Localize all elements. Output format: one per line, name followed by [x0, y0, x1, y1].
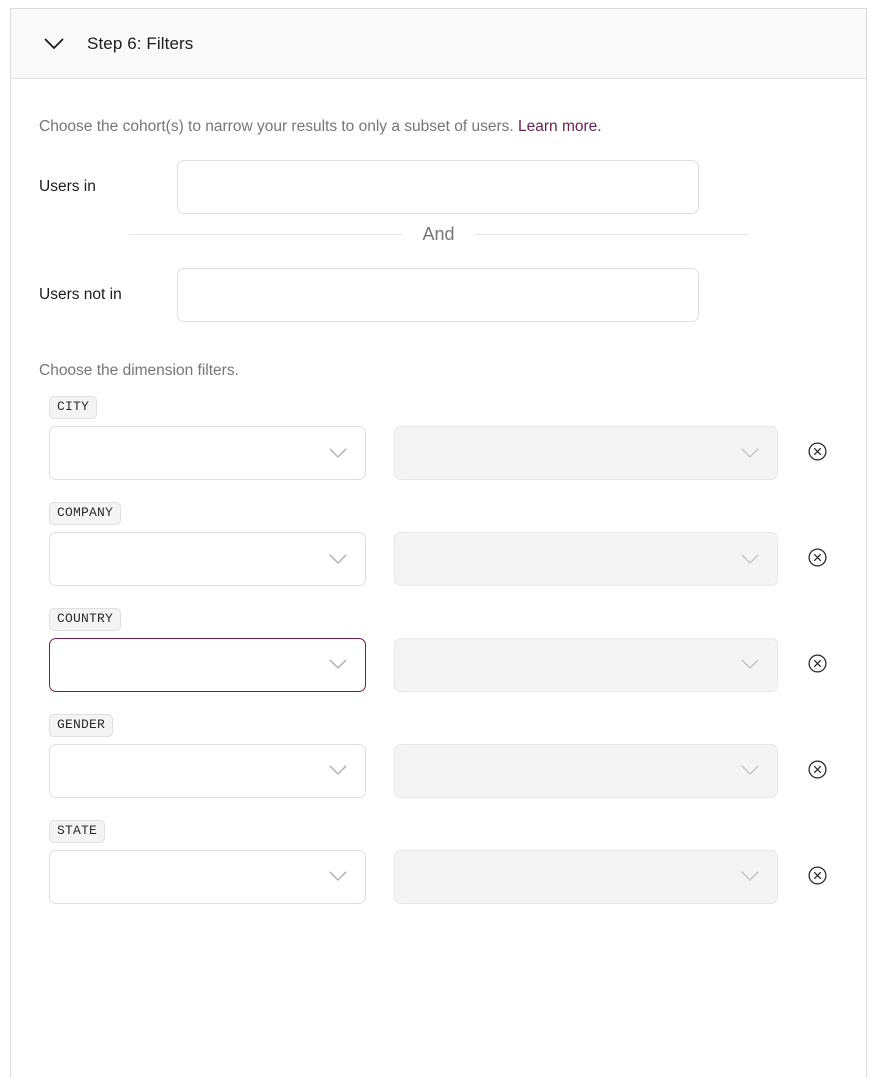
- cohort-description: Choose the cohort(s) to narrow your resu…: [39, 117, 838, 137]
- dimension-badge: GENDER: [49, 713, 114, 737]
- dimension-badge: COUNTRY: [49, 608, 122, 631]
- circle-x-icon: [807, 760, 827, 782]
- divider-line-left: [129, 234, 403, 236]
- dimension-filter-controls: [49, 849, 838, 904]
- dimension-filter-controls: [49, 532, 838, 587]
- dimension-badge: STATE: [49, 819, 106, 843]
- remove-filter-button[interactable]: [806, 654, 828, 676]
- chevron-down-icon: [739, 866, 761, 888]
- users-in-row: Users in: [39, 160, 838, 215]
- dimension-value-select[interactable]: [394, 532, 778, 587]
- and-divider: And: [39, 224, 838, 245]
- users-in-input[interactable]: [177, 160, 699, 215]
- chevron-down-icon: [739, 442, 761, 464]
- dimension-filter-row: CITY: [49, 396, 838, 481]
- page-root: Step 6: Filters Choose the cohort(s) to …: [0, 0, 880, 1078]
- chevron-down-icon: [327, 760, 349, 782]
- dimension-operator-select[interactable]: [49, 849, 366, 904]
- step-6-filters-header[interactable]: Step 6: Filters: [11, 9, 866, 79]
- dimension-operator-select[interactable]: [49, 426, 366, 481]
- conjunction-label: And: [422, 224, 455, 245]
- circle-x-icon: [807, 866, 827, 888]
- remove-filter-button[interactable]: [806, 760, 828, 782]
- users-not-in-row: Users not in: [39, 268, 838, 323]
- chevron-down-icon: [739, 654, 761, 676]
- dimension-value-select[interactable]: [394, 637, 778, 692]
- dimension-value-select[interactable]: [394, 426, 778, 481]
- dimension-filter-row: GENDER: [49, 713, 838, 798]
- chevron-down-icon: [739, 548, 761, 570]
- users-not-in-input[interactable]: [177, 268, 699, 323]
- chevron-down-icon[interactable]: [41, 31, 67, 57]
- chevron-down-icon: [327, 654, 349, 676]
- dimension-filter-row: STATE: [49, 819, 838, 904]
- users-not-in-label: Users not in: [39, 286, 122, 304]
- dimension-filter-controls: [49, 637, 838, 692]
- circle-x-icon: [807, 442, 827, 464]
- divider-line-right: [474, 234, 748, 236]
- circle-x-icon: [807, 654, 827, 676]
- dimension-operator-select[interactable]: [49, 743, 366, 798]
- users-in-label: Users in: [39, 178, 96, 196]
- dimension-filter-controls: [49, 426, 838, 481]
- dimension-value-select[interactable]: [394, 849, 778, 904]
- dimension-filter-list: CITY COMPANY COUNTRY GENDER STATE: [39, 396, 838, 904]
- circle-x-icon: [807, 548, 827, 570]
- chevron-down-icon: [327, 866, 349, 888]
- chevron-down-icon: [327, 548, 349, 570]
- dimension-filters-heading: Choose the dimension filters.: [39, 362, 239, 380]
- dimension-value-select[interactable]: [394, 743, 778, 798]
- learn-more-link[interactable]: Learn more.: [518, 118, 602, 135]
- dimension-operator-select[interactable]: [49, 637, 366, 692]
- remove-filter-button[interactable]: [806, 866, 828, 888]
- dimension-filter-row: COUNTRY: [49, 608, 838, 692]
- filters-body: Choose the cohort(s) to narrow your resu…: [11, 117, 866, 904]
- remove-filter-button[interactable]: [806, 442, 828, 464]
- chevron-down-icon: [739, 760, 761, 782]
- dimension-operator-select[interactable]: [49, 532, 366, 587]
- dimension-filter-row: COMPANY: [49, 502, 838, 587]
- cohort-description-text: Choose the cohort(s) to narrow your resu…: [39, 118, 519, 135]
- filters-panel: Step 6: Filters Choose the cohort(s) to …: [10, 8, 867, 1078]
- dimension-badge: COMPANY: [49, 502, 122, 526]
- page-title: Step 6: Filters: [87, 33, 194, 53]
- dimension-filter-controls: [49, 743, 838, 798]
- remove-filter-button[interactable]: [806, 548, 828, 570]
- dimension-badge: CITY: [49, 396, 98, 420]
- chevron-down-icon: [327, 442, 349, 464]
